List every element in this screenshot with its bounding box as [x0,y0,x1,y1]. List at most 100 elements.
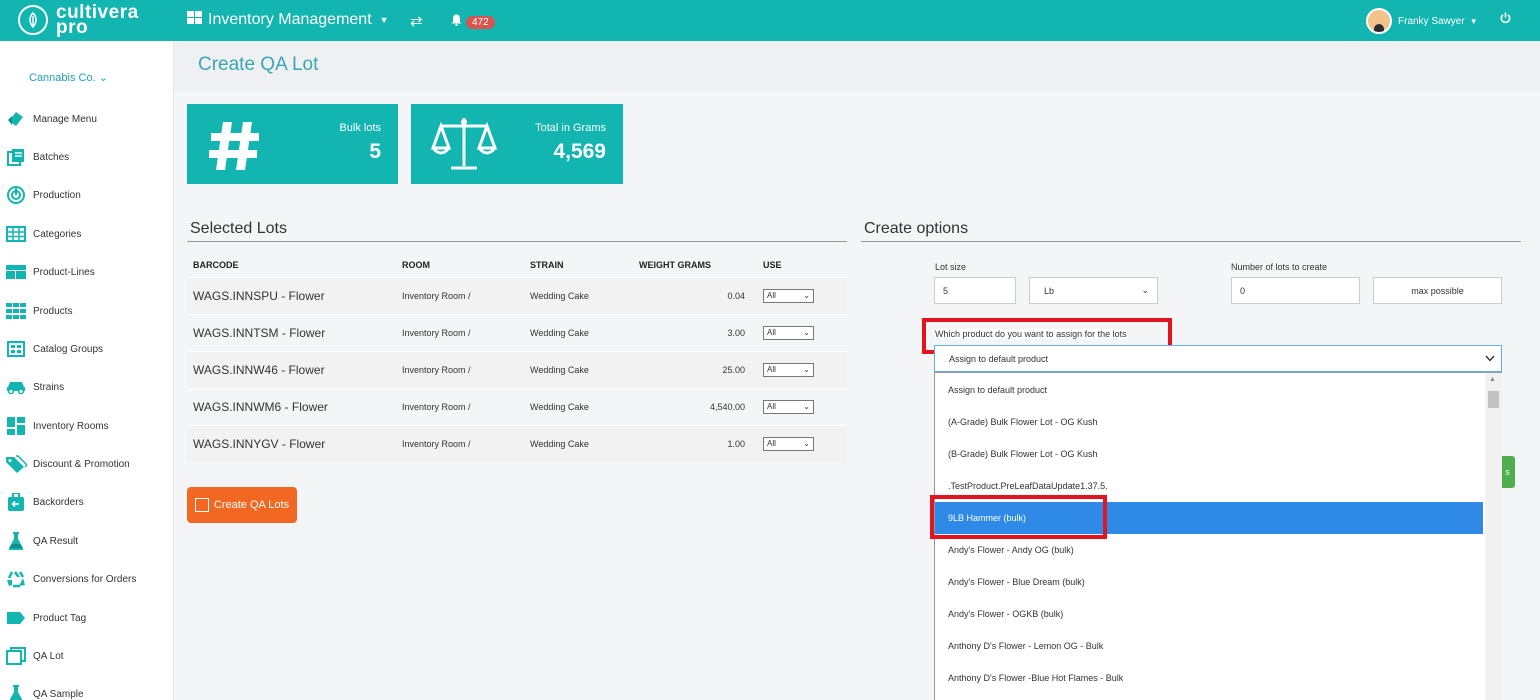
room-cell: Inventory Room / [396,424,524,462]
grid-table-icon [5,224,27,244]
label-icon [5,608,27,628]
room-cell: Inventory Room / [396,313,524,351]
use-select[interactable]: All ⌄ [763,288,814,303]
barcode-cell: WAGS.INNTSM - Flower [187,313,396,351]
chevron-down-icon [1485,354,1495,364]
chevron-down-icon: ⌄ [1141,285,1149,295]
room-cell: Inventory Room / [396,350,524,388]
notifications-button[interactable]: 472 [451,13,495,31]
sidebar-item-qa-sample[interactable]: QA Sample [0,679,174,700]
column-header-use: USE [763,260,782,271]
sidebar-item-manage-menu[interactable]: Manage Menu [0,104,174,134]
sidebar-item-inventory-rooms[interactable]: Inventory Rooms [0,411,174,441]
strain-cell: Wedding Cake [524,313,633,351]
user-menu[interactable]: Franky Sawyer ▼ [1366,8,1478,34]
batches-icon [5,147,27,167]
car-icon [5,377,27,397]
use-cell: All ⌄ [757,350,847,388]
strain-cell: Wedding Cake [524,350,633,388]
caret-down-icon: ▼ [379,15,389,25]
app-menu-dropdown[interactable]: Inventory Management ▼ [187,11,389,29]
total-grams-card: Total in Grams 4,569 [411,104,623,184]
production-icon [5,185,27,205]
sidebar-item-products[interactable]: Products [0,296,174,326]
sidebar-item-conversions-for-orders[interactable]: Conversions for Orders [0,564,174,594]
total-grams-label: Total in Grams [535,122,606,134]
use-select[interactable]: All ⌄ [763,362,814,377]
sidebar-item-discount-promotion[interactable]: Discount & Promotion [0,449,174,479]
sidebar-item-backorders[interactable]: Backorders [0,487,174,517]
barcode-cell: WAGS.INNYGV - Flower [187,424,396,462]
sidebar-item-strains[interactable]: Strains [0,372,174,402]
table-row: WAGS.INNW46 - Flower Inventory Room / We… [187,350,847,388]
use-select[interactable]: All ⌄ [763,325,814,340]
discount-tag-icon [5,454,27,474]
brand-name: cultivera pro [56,2,139,38]
dropdown-option[interactable]: Anthony D's Flower - Lemon OG - Bulk [935,630,1483,662]
table-header-row: BARCODE ROOM STRAIN WEIGHT GRAMS USE [187,254,847,277]
table-row: WAGS.INNWM6 - Flower Inventory Room / We… [187,387,847,425]
user-name: Franky Sawyer [1398,15,1465,27]
column-header-strain: STRAIN [530,260,564,271]
sidebar-item-qa-result[interactable]: QA Result [0,526,174,556]
dropdown-option[interactable]: Andy's Flower - OGKB (bulk) [935,598,1483,630]
sidebar-item-catalog-groups[interactable]: Catalog Groups [0,334,174,364]
dropdown-option[interactable]: (A-Grade) Bulk Flower Lot - OG Kush [935,406,1483,438]
create-options-title: Create options [861,220,1521,242]
scrollbar-thumb[interactable] [1488,391,1499,408]
lot-size-label: Lot size [935,262,967,272]
green-action-button[interactable]: s [1500,456,1515,488]
sidebar-item-categories[interactable]: Categories [0,219,174,249]
dropdown-option[interactable]: (B-Grade) Bulk Flower Lot - OG Kush [935,438,1483,470]
barcode-cell: WAGS.INNWM6 - Flower [187,387,396,425]
rooms-icon [5,416,27,436]
room-cell: Inventory Room / [396,387,524,425]
products-grid-icon [5,301,27,321]
column-header-barcode: BARCODE [193,260,239,271]
use-cell: All ⌄ [757,313,847,351]
bell-icon [451,13,462,31]
dropdown-option[interactable]: Anthony D's Flower -Blue Hot Flames - Bu… [935,662,1483,694]
strain-cell: Wedding Cake [524,424,633,462]
selected-lots-title: Selected Lots [187,220,847,242]
num-lots-input[interactable]: 0 [1231,277,1360,304]
dropdown-option[interactable]: Assign to default product [935,374,1483,406]
dropdown-option[interactable]: Andy's Flower - Blue Dream (bulk) [935,566,1483,598]
table-row: WAGS.INNTSM - Flower Inventory Room / We… [187,313,847,351]
use-cell: All ⌄ [757,387,847,425]
column-header-room: ROOM [402,260,430,271]
company-selector[interactable]: Cannabis Co. ⌄ [29,71,108,84]
sidebar-item-product-tag[interactable]: Product Tag [0,603,174,633]
use-cell: All ⌄ [757,276,847,314]
product-select[interactable]: Assign to default product [934,345,1502,372]
sidebar-item-qa-lot[interactable]: QA Lot [0,641,174,671]
hash-icon [207,114,263,177]
dropdown-scrollbar[interactable]: ▲ [1485,373,1502,700]
unit-select[interactable]: Lb ⌄ [1029,277,1158,304]
lot-size-input[interactable]: 5 [934,277,1016,304]
use-select[interactable]: All ⌄ [763,436,814,451]
recycle-icon [5,569,27,589]
caret-down-icon: ▼ [1469,16,1478,26]
scroll-up-arrow-icon[interactable]: ▲ [1489,376,1496,383]
power-icon[interactable] [1500,12,1511,27]
chevron-down-icon: ⌄ [803,365,810,374]
sidebar-item-production[interactable]: Production [0,180,174,210]
create-qa-lots-button[interactable]: Create QA Lots [187,487,297,523]
column-header-weight: WEIGHT GRAMS [639,260,711,271]
swap-icon[interactable]: ⇄ [410,12,423,30]
avatar [1366,8,1392,34]
chevron-down-icon: ⌄ [803,439,810,449]
max-possible-button[interactable]: max possible [1373,277,1502,304]
logo[interactable]: cultivera pro [18,2,139,38]
page-header: Create QA Lot [174,41,1540,91]
barcode-cell: WAGS.INNSPU - Flower [187,276,396,314]
num-lots-label: Number of lots to create [1231,262,1328,272]
use-select[interactable]: All ⌄ [763,399,814,414]
scale-icon [430,114,498,177]
sidebar-item-product-lines[interactable]: Product-Lines [0,257,174,287]
chevron-down-icon: ⌄ [803,328,810,337]
weight-cell: 3.00 [633,313,757,351]
weight-cell: 1.00 [633,424,757,462]
sidebar-item-batches[interactable]: Batches [0,142,174,172]
